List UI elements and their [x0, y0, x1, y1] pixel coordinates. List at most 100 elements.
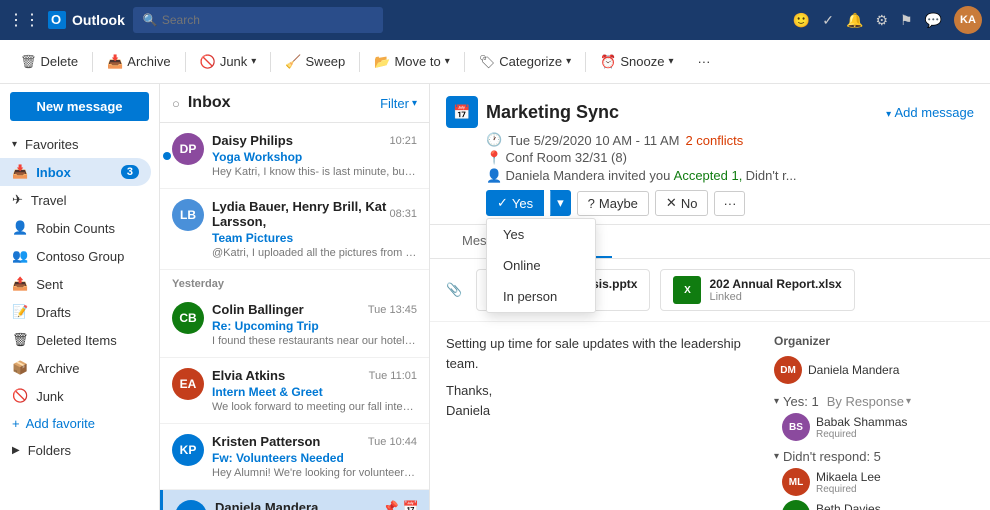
sidebar-item-travel[interactable]: ✈ Travel — [0, 186, 151, 214]
sidebar-item-folders[interactable]: ▶ Folders — [0, 437, 151, 464]
sweep-button[interactable]: 🧹 Sweep — [277, 50, 353, 74]
detail-meta: 🕐 Tue 5/29/2020 10 AM - 11 AM 2 conflict… — [486, 132, 974, 148]
inbox-icon: 📥 — [12, 164, 28, 180]
didnt-respond-header[interactable]: ▾ Didn't respond: 5 — [774, 449, 974, 464]
sender-name: Daniela Mandera — [215, 500, 318, 510]
rsvp-row: ✓ Yes Yes Online In person ▾ ? Maybe — [486, 190, 974, 216]
person-icon: 👤 — [12, 220, 28, 236]
junk-folder-icon: 🚫 — [12, 388, 28, 404]
chevron-right-icon: ▶ — [12, 445, 20, 456]
email-time: 08:31 — [389, 208, 417, 220]
email-item-daniela[interactable]: DM Daniela Mandera 📌 📅 Marketing Sync Fr… — [160, 490, 429, 510]
email-items-list: DP Daisy Philips 10:21 Yoga Workshop Hey… — [160, 123, 429, 510]
email-item-kristen[interactable]: KP Kristen Patterson Tue 10:44 Fw: Volun… — [160, 424, 429, 490]
categorize-arrow-icon: ▾ — [566, 56, 571, 67]
email-item-daisy[interactable]: DP Daisy Philips 10:21 Yoga Workshop Hey… — [160, 123, 429, 189]
topbar-icons: 🙂 ✓ 🔔 ⚙ ⚑ 💬 KA — [793, 6, 982, 34]
email-item-lydia[interactable]: LB Lydia Bauer, Henry Brill, Kat Larsson… — [160, 189, 429, 270]
sidebar-favorites-label: Favorites — [25, 137, 78, 152]
attendee-babak: BS Babak Shammas Required — [774, 413, 974, 441]
email-item-elvia[interactable]: EA Elvia Atkins Tue 11:01 Intern Meet & … — [160, 358, 429, 424]
conflicts-link[interactable]: 2 conflicts — [685, 133, 743, 148]
sidebar-item-robin[interactable]: 👤 Robin Counts — [0, 214, 151, 242]
sidebar-label-contoso: Contoso Group — [36, 249, 124, 264]
xlsx-icon: X — [673, 276, 701, 304]
smiley-icon[interactable]: 🙂 — [793, 12, 810, 29]
filter-button[interactable]: Filter ▾ — [380, 96, 417, 111]
email-list-header: ○ Inbox Filter ▾ — [160, 84, 429, 123]
moveto-arrow-icon: ▾ — [445, 56, 450, 67]
email-preview: We look forward to meeting our fall inte… — [212, 401, 417, 413]
calendar-icon: 📅 — [403, 500, 419, 510]
attendee-info-mikaela: Mikaela Lee Required — [816, 470, 881, 495]
rsvp-yes-button[interactable]: ✓ Yes — [486, 190, 544, 216]
more-icon: ··· — [697, 54, 710, 69]
by-response-badge[interactable]: By Response ▾ — [827, 394, 911, 409]
search-box[interactable]: 🔍 — [133, 7, 383, 33]
rsvp-option-yes[interactable]: Yes — [487, 219, 595, 250]
toolbar: 🗑 Delete 📥 Archive 🚫 Junk ▾ 🧹 Sweep 📂 Mo… — [0, 40, 990, 84]
sidebar-item-drafts[interactable]: 📝 Drafts — [0, 298, 151, 326]
sidebar-item-junk[interactable]: 🚫 Junk — [0, 382, 151, 410]
signature-name: Daniela — [446, 401, 758, 421]
drafts-icon: 📝 — [12, 304, 28, 320]
junk-arrow-icon: ▾ — [251, 56, 256, 67]
avatar-kristen: KP — [172, 434, 204, 466]
email-time: Tue 13:45 — [368, 304, 417, 316]
settings-icon[interactable]: ⚙ — [875, 12, 888, 29]
question-icon: ? — [588, 196, 595, 211]
sidebar-item-inbox[interactable]: 📥 Inbox 3 — [0, 158, 151, 186]
toolbar-separator-6 — [585, 52, 586, 72]
sidebar-item-archive[interactable]: 📦 Archive — [0, 354, 151, 382]
toolbar-separator-2 — [185, 52, 186, 72]
search-input[interactable] — [162, 13, 373, 27]
checkmark-icon[interactable]: ✓ — [822, 12, 834, 29]
sidebar-label-deleted: Deleted Items — [37, 333, 117, 348]
moveto-button[interactable]: 📂 Move to ▾ — [366, 50, 457, 74]
organizer-row: DM Daniela Mandera — [774, 356, 974, 384]
pin-icon: 📌 — [383, 500, 399, 510]
email-time: Tue 11:01 — [369, 370, 417, 382]
chat-icon[interactable]: 💬 — [925, 12, 942, 29]
rsvp-yes-arrow-button[interactable]: ▾ — [550, 190, 571, 216]
rsvp-option-online[interactable]: Online — [487, 250, 595, 281]
signature-block: Thanks, Daniela — [446, 381, 758, 420]
yes-group-header[interactable]: ▾ Yes: 1 By Response ▾ — [774, 394, 974, 409]
avatar-daisy: DP — [172, 133, 204, 165]
new-message-button[interactable]: New message — [10, 92, 149, 121]
email-list: ○ Inbox Filter ▾ DP Daisy Philips 10:21 — [160, 84, 430, 510]
junk-button[interactable]: 🚫 Junk ▾ — [192, 50, 265, 74]
categorize-button[interactable]: 🏷 Categorize ▾ — [471, 50, 579, 74]
rsvp-maybe-button[interactable]: ? Maybe — [577, 191, 649, 216]
filter-arrow-icon: ▾ — [412, 98, 417, 109]
archive-folder-icon: 📦 — [12, 360, 28, 376]
email-item-colin[interactable]: CB Colin Ballinger Tue 13:45 Re: Upcomin… — [160, 292, 429, 358]
flag-icon[interactable]: ⚑ — [900, 12, 913, 29]
sidebar-item-contoso[interactable]: 👥 Contoso Group — [0, 242, 151, 270]
sidebar-item-favorites-toggle[interactable]: ▾ Favorites — [0, 131, 151, 158]
event-title: Marketing Sync — [486, 102, 619, 123]
attachment-xlsx[interactable]: X 202 Annual Report.xlsx Linked — [660, 269, 854, 311]
snooze-button[interactable]: ⏰ Snooze ▾ — [592, 50, 681, 74]
rsvp-no-button[interactable]: ✕ No — [655, 190, 709, 216]
user-avatar[interactable]: KA — [954, 6, 982, 34]
archive-button[interactable]: 📥 Archive — [99, 50, 179, 74]
chevron-down-didnt-icon: ▾ — [774, 451, 779, 462]
detail-message-content: Setting up time for sale updates with th… — [446, 334, 758, 498]
sidebar-item-sent[interactable]: 📤 Sent — [0, 270, 151, 298]
inbox-badge: 3 — [121, 165, 139, 179]
sidebar-item-deleted[interactable]: 🗑 Deleted Items — [0, 326, 151, 354]
rsvp-option-inperson[interactable]: In person — [487, 281, 595, 312]
more-options-button[interactable]: ··· — [689, 50, 718, 73]
sidebar-label-robin: Robin Counts — [36, 221, 115, 236]
add-message-link[interactable]: ▾ Add message — [886, 105, 974, 120]
add-favorite-link[interactable]: + Add favorite — [0, 410, 159, 437]
arrow-down-icon: ▾ — [557, 195, 564, 210]
bell-icon[interactable]: 🔔 — [846, 12, 863, 29]
attendees-panel: Organizer DM Daniela Mandera ▾ Yes: 1 By… — [774, 334, 974, 498]
detail-location: 📍 Conf Room 32/31 (8) — [486, 150, 974, 166]
rsvp-more-button[interactable]: ··· — [714, 191, 745, 216]
x-icon: ✕ — [666, 195, 677, 211]
delete-button[interactable]: 🗑 Delete — [12, 50, 86, 74]
grid-icon[interactable]: ⋮⋮ — [8, 10, 40, 30]
